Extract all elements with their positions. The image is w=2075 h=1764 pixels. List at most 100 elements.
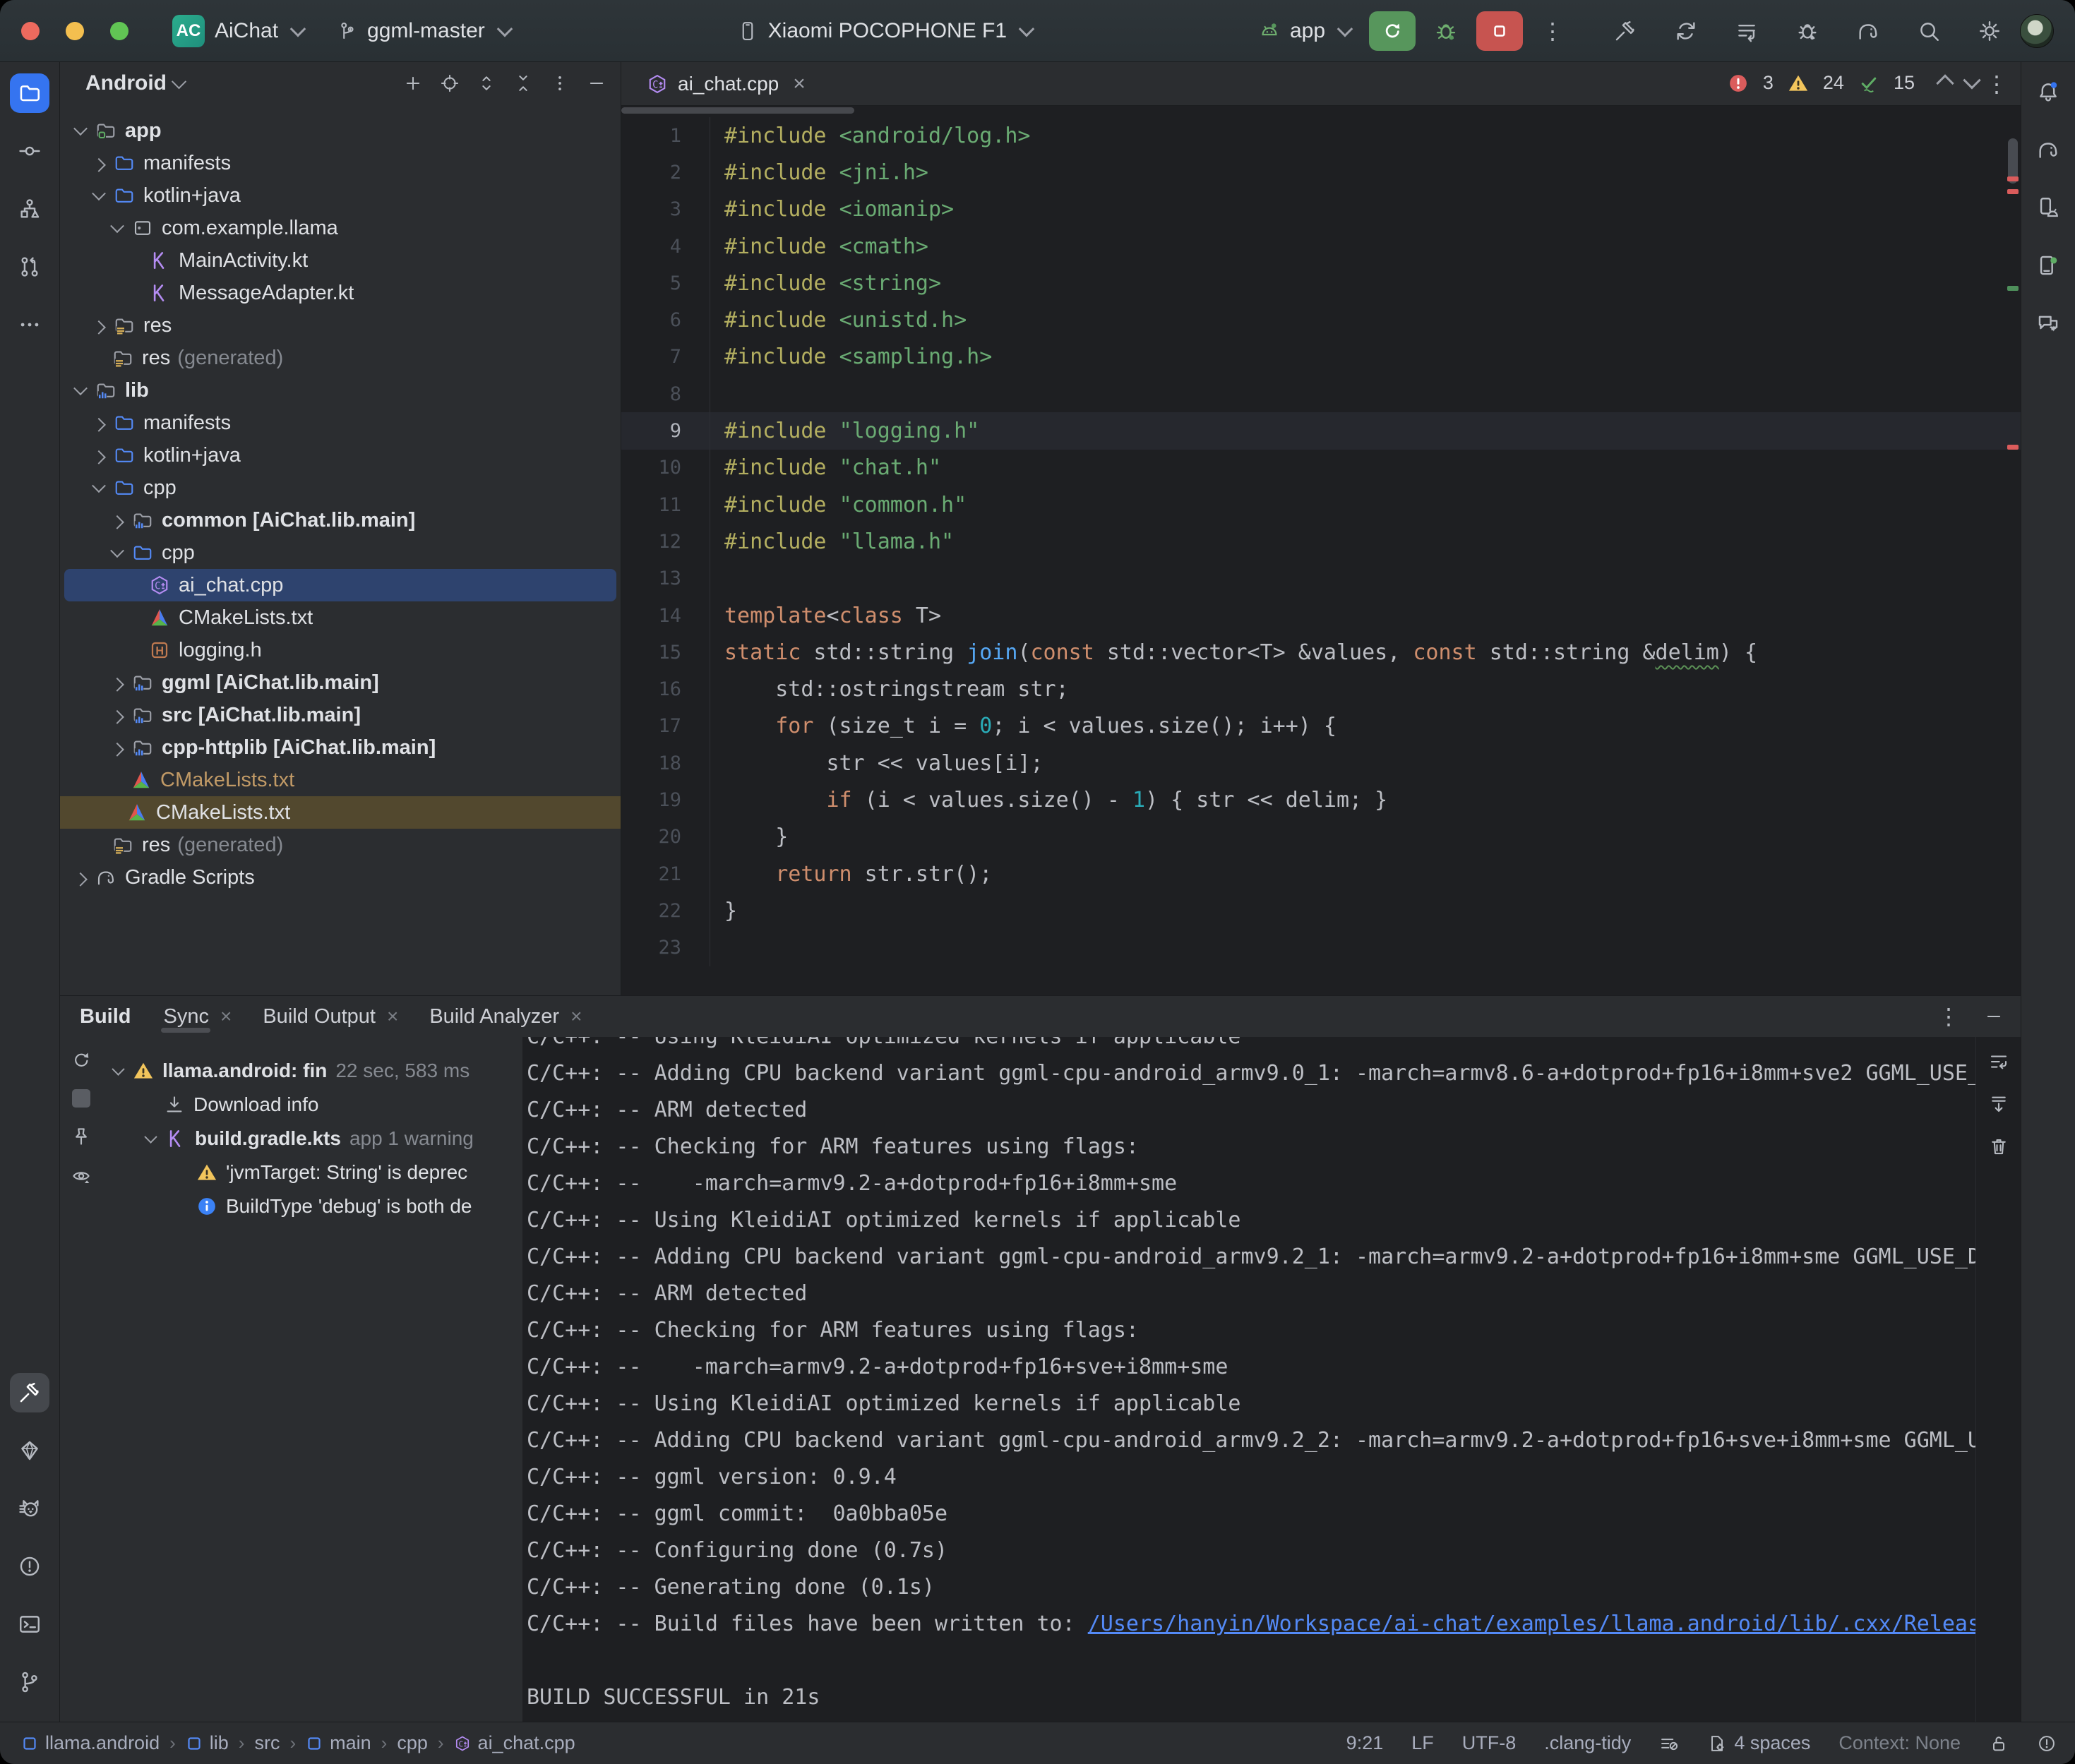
hide-panel-icon[interactable] (1984, 1007, 2004, 1026)
stop-icon[interactable] (72, 1089, 90, 1108)
tree-chevron-icon[interactable] (73, 872, 88, 887)
code-line-18[interactable]: 18 str << values[i]; (621, 745, 2021, 781)
preview-icon[interactable] (71, 1165, 92, 1187)
stripe-mark[interactable] (2007, 189, 2019, 194)
tool-strip-build[interactable] (10, 1373, 49, 1412)
tree-chevron-icon[interactable] (92, 479, 106, 493)
code-style-icon[interactable] (1659, 1734, 1679, 1753)
tree-chevron-icon[interactable] (92, 186, 106, 200)
editor-scrollbar[interactable] (2005, 62, 2021, 995)
tree-chevron-icon[interactable] (110, 515, 124, 529)
tree-item-logging-h[interactable]: Hlogging.h (64, 634, 616, 666)
breadcrumb-item-lib[interactable]: lib (186, 1732, 229, 1754)
tool-strip-app-quality-insights[interactable] (10, 1431, 49, 1470)
stop-button[interactable] (1476, 11, 1523, 51)
profiler-icon[interactable] (1735, 19, 1759, 43)
tree-chevron-icon[interactable] (92, 320, 106, 335)
tree-chevron-icon[interactable] (144, 1130, 157, 1143)
tree-item-com-example-llama[interactable]: com.example.llama (64, 212, 616, 244)
pin-icon[interactable] (71, 1126, 92, 1147)
tool-strip-problems[interactable] (10, 1547, 49, 1586)
code-line-8[interactable]: 8 (621, 376, 2021, 412)
build-tree-item[interactable]: BuildType 'debug' is both de (102, 1189, 522, 1223)
tree-chevron-icon[interactable] (110, 743, 124, 757)
tool-strip-logcat[interactable] (10, 1489, 49, 1528)
code-line-9[interactable]: 9#include "logging.h" (621, 412, 2021, 449)
code-line-2[interactable]: 2#include <jni.h> (621, 154, 2021, 191)
tree-item-manifests[interactable]: manifests (64, 147, 616, 179)
soft-wrap-icon[interactable] (1988, 1051, 2009, 1072)
context-indicator[interactable]: Context: None (1838, 1732, 1961, 1754)
tree-item-kotlin-java[interactable]: kotlin+java (64, 439, 616, 472)
close-window-button[interactable] (21, 22, 40, 40)
tool-strip-project[interactable] (10, 73, 49, 113)
tool-strip-more[interactable] (10, 305, 49, 344)
lock-open-icon[interactable] (1989, 1734, 2009, 1753)
tree-chevron-icon[interactable] (110, 544, 124, 558)
code-line-1[interactable]: 1#include <android/log.h> (621, 117, 2021, 154)
code-line-5[interactable]: 5#include <string> (621, 265, 2021, 301)
build-tab-build-analyzer[interactable]: Build Analyzer× (429, 996, 582, 1037)
code-line-11[interactable]: 11#include "common.h" (621, 486, 2021, 523)
code-line-17[interactable]: 17 for (size_t i = 0; i < values.size();… (621, 708, 2021, 745)
hide-icon[interactable] (587, 73, 606, 93)
tree-item-ggml-aichat-lib-main-[interactable]: ggml [AiChat.lib.main] (64, 666, 616, 699)
tree-item-mainactivity-kt[interactable]: MainActivity.kt (64, 244, 616, 277)
code-line-21[interactable]: 21 return str.str(); (621, 856, 2021, 892)
code-line-10[interactable]: 10#include "chat.h" (621, 450, 2021, 486)
options-icon[interactable] (550, 73, 570, 93)
code-editor[interactable]: 1#include <android/log.h>2#include <jni.… (621, 106, 2021, 995)
code-line-19[interactable]: 19 if (i < values.size() - 1) { str << d… (621, 781, 2021, 818)
previous-problem-icon[interactable] (1936, 74, 1954, 92)
next-problem-icon[interactable] (1963, 71, 1980, 89)
project-selector[interactable]: AC AiChat (172, 15, 304, 47)
tree-chevron-icon[interactable] (92, 158, 106, 172)
code-line-6[interactable]: 6#include <unistd.h> (621, 301, 2021, 338)
app-inspection-icon[interactable] (1795, 19, 1819, 43)
close-tab-icon[interactable]: × (387, 1005, 398, 1028)
code-line-16[interactable]: 16 std::ostringstream str; (621, 671, 2021, 707)
tool-strip-terminal[interactable] (10, 1604, 49, 1644)
scroll-to-end-icon[interactable] (1988, 1093, 2009, 1115)
tool-strip-commit[interactable] (10, 131, 49, 171)
run-configuration-selector[interactable]: app (1259, 19, 1351, 43)
close-tab-icon[interactable]: × (570, 1005, 582, 1028)
tree-item-common-aichat-lib-main-[interactable]: common [AiChat.lib.main] (64, 504, 616, 536)
avatar[interactable] (2020, 14, 2054, 48)
tree-item-cmakelists-txt[interactable]: CMakeLists.txt (64, 764, 616, 796)
breadcrumb-item-cpp[interactable]: cpp (397, 1732, 428, 1754)
expand-all-icon[interactable] (477, 73, 496, 93)
tool-strip-version-control[interactable] (10, 1662, 49, 1702)
breadcrumb-item-ai-chat-cpp[interactable]: Cai_chat.cpp (454, 1732, 575, 1754)
tool-strip-running-devices[interactable] (2028, 246, 2068, 285)
hammer-icon[interactable] (1613, 19, 1637, 43)
code-line-23[interactable]: 23 (621, 930, 2021, 966)
error-highlight-level-icon[interactable] (2037, 1734, 2057, 1753)
vcs-branch-selector[interactable]: ggml-master (336, 19, 510, 43)
tree-item-cmakelists-txt[interactable]: CMakeLists.txt (60, 796, 621, 829)
locate-icon[interactable] (440, 73, 460, 93)
clear-icon[interactable] (1988, 1136, 2009, 1157)
tree-chevron-icon[interactable] (110, 219, 124, 233)
console-link[interactable]: /Users/hanyin/Workspace/ai-chat/examples… (1088, 1612, 1993, 1636)
tool-strip-device-manager[interactable] (2028, 188, 2068, 227)
tree-item-kotlin-java[interactable]: kotlin+java (64, 179, 616, 212)
tree-chevron-icon[interactable] (73, 121, 88, 136)
rerun-button[interactable] (1369, 11, 1416, 51)
clang-tidy-status[interactable]: .clang-tidy (1544, 1732, 1631, 1754)
add-icon[interactable] (403, 73, 423, 93)
tool-strip-gemini[interactable] (2028, 304, 2068, 343)
tree-item-src-aichat-lib-main-[interactable]: src [AiChat.lib.main] (64, 699, 616, 731)
tree-chevron-icon[interactable] (110, 678, 124, 692)
gradle-icon[interactable] (1856, 19, 1880, 43)
code-line-22[interactable]: 22} (621, 892, 2021, 929)
tree-chevron-icon[interactable] (110, 710, 124, 724)
tree-item-res[interactable]: res(generated) (64, 829, 616, 861)
tool-strip-pull-requests[interactable] (10, 247, 49, 287)
caret-position[interactable]: 9:21 (1346, 1732, 1384, 1754)
inspections-widget[interactable]: 3 24 15 (1728, 72, 1978, 94)
breadcrumb-item-llama-android[interactable]: llama.android (21, 1732, 160, 1754)
build-tree-item[interactable]: llama.android: fin22 sec, 583 ms (102, 1054, 522, 1088)
tab-scroll-indicator[interactable] (621, 107, 854, 114)
tree-chevron-icon[interactable] (92, 450, 106, 464)
